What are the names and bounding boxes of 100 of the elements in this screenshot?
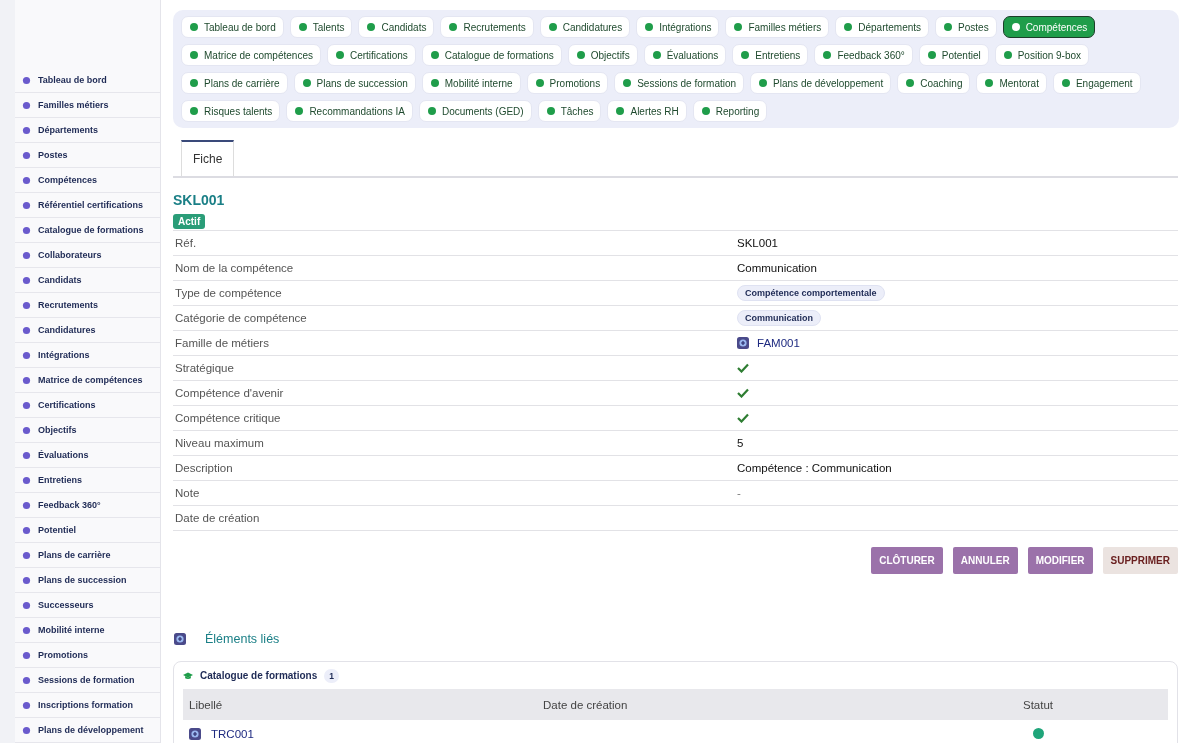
link[interactable]: TRC001	[211, 728, 254, 740]
field-label: Réf.	[174, 237, 198, 249]
module-tab[interactable]: Matrice de compétences	[181, 44, 321, 66]
module-tab[interactable]: Alertes RH	[607, 100, 687, 122]
tab[interactable]: Fiche	[181, 140, 235, 176]
module-tab[interactable]: Feedback 360°	[814, 44, 913, 66]
sidebar-item[interactable]: Matrice de compétences	[15, 368, 160, 393]
module-tab[interactable]: Coaching	[897, 72, 971, 94]
field-label: Catégorie de compétence	[174, 312, 308, 324]
action-button[interactable]: SUPPRIMER	[1102, 547, 1178, 574]
dot-icon	[1010, 22, 1021, 32]
module-tab[interactable]: Familles métiers	[725, 16, 830, 38]
action-button[interactable]: CLÔTURER	[871, 547, 943, 574]
module-tab[interactable]: Promotions	[526, 72, 609, 94]
sidebar-item[interactable]: Familles métiers	[15, 93, 160, 118]
sidebar-item[interactable]: Objectifs	[15, 418, 160, 443]
panel-title: Catalogue de formations	[200, 670, 318, 681]
dot-icon	[22, 575, 31, 585]
action-button[interactable]: MODIFIER	[1027, 547, 1093, 574]
module-tab[interactable]: Reporting	[692, 100, 768, 122]
module-tab[interactable]: Potentiel	[918, 44, 989, 66]
sidebar-item[interactable]: Candidats	[15, 268, 160, 293]
module-tab[interactable]: Intégrations	[636, 16, 720, 38]
sidebar-item[interactable]: Promotions	[15, 643, 160, 668]
module-tab[interactable]: Recrutements	[440, 16, 534, 38]
module-tab[interactable]: Recommandations IA	[286, 100, 413, 122]
dot-icon	[651, 50, 662, 60]
dot-icon	[984, 78, 995, 88]
field-value: SKL001	[737, 237, 778, 249]
sidebar-item[interactable]: Intégrations	[15, 343, 160, 368]
field-value: 5	[737, 437, 744, 449]
action-button[interactable]: ANNULER	[952, 547, 1018, 574]
module-tab[interactable]: Candidats	[358, 16, 435, 38]
sidebar-item[interactable]: Catalogue de formations	[15, 218, 160, 243]
graduation-cap-icon	[183, 670, 193, 681]
sidebar-item[interactable]: Certifications	[15, 393, 160, 418]
field-label: Note	[174, 487, 201, 499]
module-tab[interactable]: Plans de succession	[293, 72, 416, 94]
dot-icon	[301, 78, 312, 88]
module-tab[interactable]: Talents	[289, 16, 353, 38]
dot-icon	[189, 78, 199, 88]
module-tab[interactable]: Postes	[935, 16, 997, 38]
column-header: Date de création	[543, 698, 629, 711]
sidebar-item[interactable]: Postes	[15, 143, 160, 168]
module-tab[interactable]: Risques talents	[181, 100, 281, 122]
dot-icon	[189, 22, 199, 32]
module-tab[interactable]: Plans de carrière	[181, 72, 288, 94]
module-tab[interactable]: Évaluations	[643, 44, 727, 66]
dot-icon	[22, 725, 31, 735]
field-label: Famille de métiers	[174, 337, 270, 349]
module-tab[interactable]: Position 9-box	[994, 44, 1090, 66]
section-title: Éléments liés	[205, 632, 280, 646]
field-label: Compétence critique	[174, 412, 282, 424]
module-tab[interactable]: Documents (GED)	[419, 100, 532, 122]
sidebar-item[interactable]: Évaluations	[15, 443, 160, 468]
sidebar-item[interactable]: Successeurs	[15, 593, 160, 618]
dot-icon	[758, 78, 769, 88]
module-tab[interactable]: Candidatures	[539, 16, 631, 38]
sidebar-item[interactable]: Sessions de formation	[15, 668, 160, 693]
column-header: Libellé	[188, 698, 224, 711]
module-tab[interactable]: Sessions de formation	[614, 72, 745, 94]
sidebar-item[interactable]: Départements	[15, 118, 160, 143]
sidebar-item[interactable]: Potentiel	[15, 518, 160, 543]
module-tab[interactable]: Tâches	[537, 100, 602, 122]
module-tab[interactable]: Certifications	[326, 44, 416, 66]
dot-icon	[297, 22, 308, 32]
sidebar-item[interactable]: Référentiel certifications	[15, 193, 160, 218]
module-tab[interactable]: Compétences	[1002, 16, 1096, 38]
dot-icon	[534, 78, 545, 88]
dot-icon	[22, 150, 31, 160]
module-tab[interactable]: Entretiens	[732, 44, 809, 66]
sidebar-item[interactable]: Entretiens	[15, 468, 160, 493]
sidebar-item[interactable]: Compétences	[15, 168, 160, 193]
module-tab[interactable]: Plans de développement	[750, 72, 892, 94]
dot-icon	[22, 475, 31, 485]
sidebar-item[interactable]: Candidatures	[15, 318, 160, 343]
sidebar-item[interactable]: Plans de succession	[15, 568, 160, 593]
sidebar-item[interactable]: Feedback 360°	[15, 493, 160, 518]
module-tab[interactable]: Mentorat	[976, 72, 1047, 94]
field-value: Communication	[737, 262, 817, 274]
field-label: Niveau maximum	[174, 437, 265, 449]
sidebar-item[interactable]: Plans de développement	[15, 718, 160, 743]
dot-icon	[429, 78, 440, 88]
module-tab[interactable]: Objectifs	[567, 44, 638, 66]
dot-icon	[448, 22, 459, 32]
sidebar-item[interactable]: Plans de carrière	[15, 543, 160, 568]
link[interactable]: FAM001	[757, 337, 800, 349]
dot-icon	[733, 22, 744, 32]
sidebar-item[interactable]: Collaborateurs	[15, 243, 160, 268]
module-tab[interactable]: Départements	[835, 16, 930, 38]
module-tab[interactable]: Catalogue de formations	[421, 44, 562, 66]
dot-icon	[1002, 50, 1013, 60]
module-tab[interactable]: Engagement	[1052, 72, 1141, 94]
sidebar-item[interactable]: Recrutements	[15, 293, 160, 318]
sidebar-item[interactable]: Inscriptions formation	[15, 693, 160, 718]
module-tab[interactable]: Mobilité interne	[421, 72, 521, 94]
sidebar-item[interactable]: Tableau de bord	[15, 68, 160, 93]
module-tab[interactable]: Tableau de bord	[181, 16, 284, 38]
sidebar-item[interactable]: Mobilité interne	[15, 618, 160, 643]
dot-icon	[644, 22, 655, 32]
